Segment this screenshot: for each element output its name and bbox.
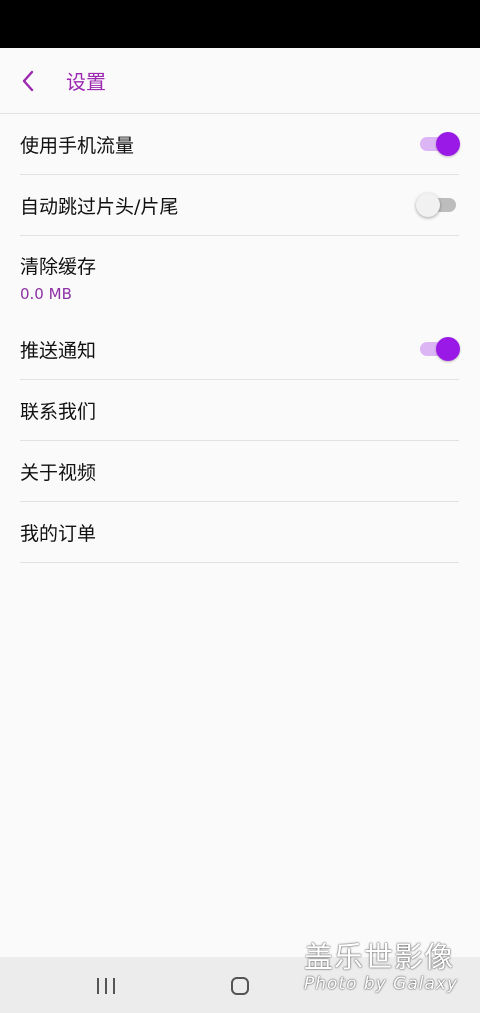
setting-label: 自动跳过片头/片尾 xyxy=(20,195,179,218)
toggle-thumb xyxy=(436,132,460,156)
setting-skip-intro[interactable]: 自动跳过片头/片尾 xyxy=(20,175,459,236)
skip-intro-toggle[interactable] xyxy=(416,192,458,218)
chevron-left-icon xyxy=(22,70,34,91)
push-notify-toggle[interactable] xyxy=(418,336,460,362)
toggle-thumb xyxy=(436,337,460,361)
status-bar xyxy=(0,0,480,48)
setting-label: 关于视频 xyxy=(20,461,97,484)
app-bar: 设置 xyxy=(0,48,480,114)
setting-label: 我的订单 xyxy=(20,522,97,545)
watermark: 盖乐世影像 Photo by Galaxy xyxy=(304,940,474,1000)
back-button[interactable] xyxy=(0,48,56,114)
recent-apps-icon[interactable] xyxy=(97,978,115,994)
setting-about[interactable]: 关于视频 xyxy=(20,441,459,502)
setting-label: 联系我们 xyxy=(20,400,97,423)
setting-clear-cache[interactable]: 清除缓存 0.0 MB xyxy=(20,236,459,319)
setting-my-orders[interactable]: 我的订单 xyxy=(20,502,459,563)
toggle-thumb xyxy=(416,193,440,217)
mobile-data-toggle[interactable] xyxy=(418,131,460,157)
setting-label: 推送通知 xyxy=(20,339,97,362)
setting-label: 使用手机流量 xyxy=(20,134,135,157)
setting-mobile-data[interactable]: 使用手机流量 xyxy=(20,114,460,175)
settings-list: 使用手机流量 自动跳过片头/片尾 清除缓存 0.0 MB 推送通知 联系我们 关… xyxy=(20,114,460,563)
setting-label: 清除缓存 xyxy=(20,256,97,278)
setting-push-notify[interactable]: 推送通知 xyxy=(20,319,460,380)
watermark-line1: 盖乐世影像 xyxy=(304,940,455,974)
home-icon[interactable] xyxy=(231,977,249,995)
cache-size-value: 0.0 MB xyxy=(20,285,72,303)
page-title: 设置 xyxy=(66,70,106,94)
setting-contact-us[interactable]: 联系我们 xyxy=(20,380,459,441)
watermark-line2: Photo by Galaxy xyxy=(304,974,459,994)
